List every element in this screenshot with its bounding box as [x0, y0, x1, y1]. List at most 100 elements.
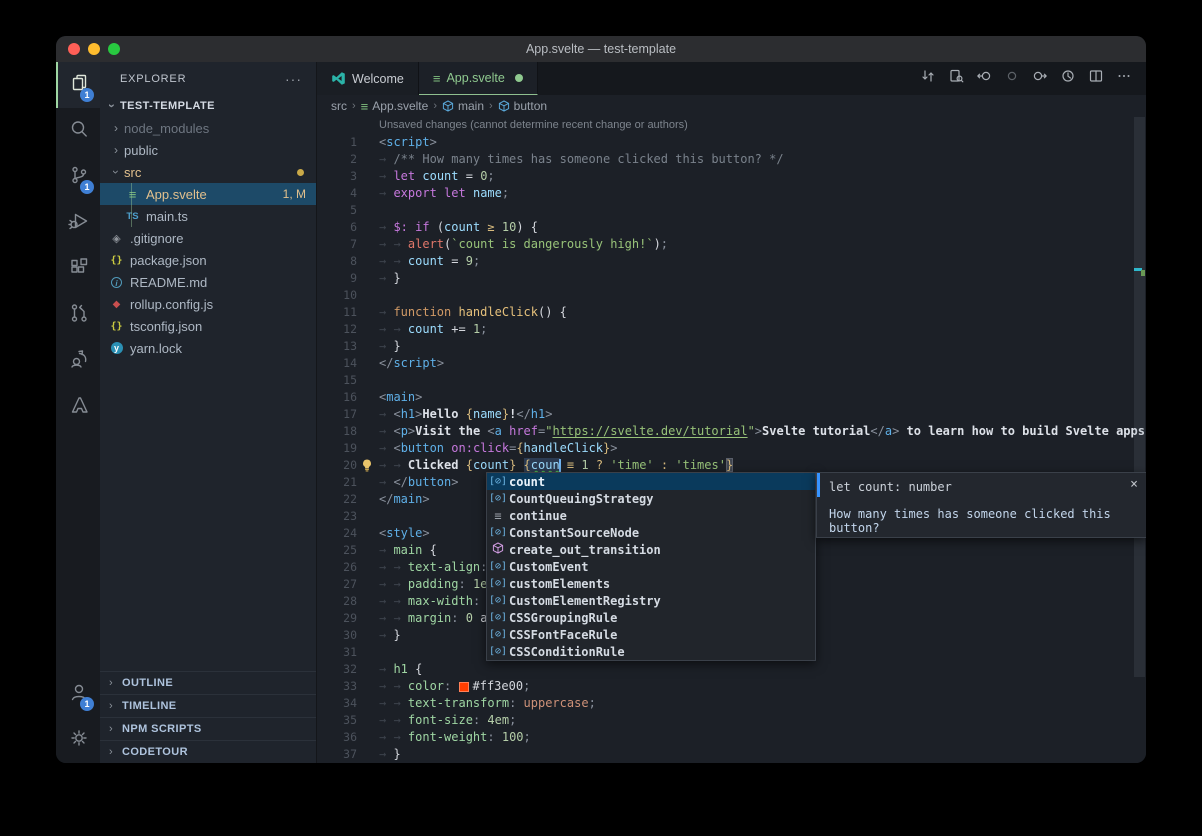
codelens-annotation[interactable]: Unsaved changes (cannot determine recent… — [317, 117, 1146, 134]
tree-file-rollup-config-js[interactable]: ◆rollup.config.js — [100, 293, 316, 315]
git-icon: ◈ — [108, 232, 125, 245]
activity-bar-item-azure[interactable] — [56, 384, 100, 430]
current-change-button[interactable] — [1000, 67, 1024, 91]
breadcrumb-item-main[interactable]: main — [442, 99, 484, 113]
activity-bar-item-accounts[interactable]: 1 — [56, 671, 100, 717]
source-control-compare-button[interactable] — [916, 67, 940, 91]
screenshot-stage: App.svelte — test-template 11 1 EXPLORER… — [0, 0, 1202, 836]
suggestion-customevent[interactable]: [⊘]CustomEvent — [487, 558, 815, 575]
suggestion-cssfontfacerule[interactable]: [⊘]CSSFontFaceRule — [487, 626, 815, 643]
modified-dot-badge — [297, 169, 304, 176]
circle-icon — [1004, 68, 1020, 89]
scrollbar-slider[interactable] — [1134, 117, 1145, 677]
activity-bar-item-github-pull-requests[interactable] — [56, 292, 100, 338]
sidebar-section-timeline[interactable]: ›TIMELINE — [100, 694, 316, 717]
next-change-button[interactable] — [1028, 67, 1052, 91]
json-icon: {} — [108, 321, 125, 332]
suggestion-label: customElements — [509, 577, 610, 591]
activity-bar-item-source-control[interactable]: 1 — [56, 154, 100, 200]
split-editor-button[interactable] — [1084, 67, 1108, 91]
breadcrumb-label: src — [331, 99, 347, 113]
suggest-docs-panel: let count: number How many times has som… — [816, 472, 1146, 538]
editor-scrollbar[interactable] — [1133, 117, 1146, 763]
line-number: 21 — [317, 474, 357, 491]
code-editor[interactable]: Unsaved changes (cannot determine recent… — [317, 117, 1146, 763]
activity-bar-item-explorer[interactable]: 1 — [56, 62, 100, 108]
activity-badge: 1 — [80, 697, 94, 711]
tab-app-svelte[interactable]: ≡App.svelte — [419, 62, 538, 95]
tree-folder-public[interactable]: ›public — [100, 139, 316, 161]
color-swatch — [459, 682, 469, 692]
activity-bar-item-live-share[interactable] — [56, 338, 100, 384]
activity-bar-item-search[interactable] — [56, 108, 100, 154]
live-share-icon — [67, 347, 91, 376]
tree-file-main-ts[interactable]: TSmain.ts — [100, 205, 316, 227]
chevron-right-icon: › — [100, 677, 122, 689]
sidebar-section-outline[interactable]: ›OUTLINE — [100, 671, 316, 694]
tree-file-tsconfig-json[interactable]: {}tsconfig.json — [100, 315, 316, 337]
git-status-badge: 1, M — [283, 187, 316, 201]
line-number: 25 — [317, 542, 357, 559]
tab-welcome[interactable]: Welcome — [317, 62, 419, 95]
code-line-content — [357, 508, 379, 525]
tree-file-package-json[interactable]: {}package.json — [100, 249, 316, 271]
chevron-right-icon: › — [100, 746, 122, 758]
next-change-icon — [1032, 68, 1048, 89]
line-number: 6 — [317, 219, 357, 236]
breadcrumb-item-src[interactable]: src — [331, 99, 347, 113]
activity-bar-item-run-debug[interactable] — [56, 200, 100, 246]
suggestion-label: CountQueuingStrategy — [509, 492, 654, 506]
code-line-content — [357, 372, 379, 389]
line-number: 35 — [317, 712, 357, 729]
code-line-5: 5 — [317, 202, 1146, 219]
section-label: CODETOUR — [122, 746, 188, 758]
code-line-35: 35→ → font-size: 4em; — [317, 712, 1146, 729]
line-number: 30 — [317, 627, 357, 644]
code-line-content: <style> — [357, 525, 430, 542]
tree-file--gitignore[interactable]: ◈.gitignore — [100, 227, 316, 249]
chevron-down-icon: › — [105, 98, 119, 114]
code-line-content: → → margin: 0 au — [357, 610, 495, 627]
code-line-content: <main> — [357, 389, 422, 406]
code-line-content: → → text-align: c — [357, 559, 502, 576]
code-line-13: 13→ } — [317, 338, 1146, 355]
tree-item-label: src — [124, 165, 141, 180]
explorer-more-actions-icon[interactable]: ··· — [285, 71, 302, 87]
suggestion-count[interactable]: [⊘]count — [487, 473, 815, 490]
close-icon[interactable]: × — [1130, 477, 1138, 492]
sidebar-section-codetour[interactable]: ›CODETOUR — [100, 740, 316, 763]
suggestion-cssgroupingrule[interactable]: [⊘]CSSGroupingRule — [487, 609, 815, 626]
tree-root-folder[interactable]: ›TEST-TEMPLATE — [100, 95, 316, 117]
suggestion-continue[interactable]: ≡continue — [487, 507, 815, 524]
open-changes-button[interactable] — [944, 67, 968, 91]
file-history-button[interactable] — [1056, 67, 1080, 91]
suggestion-create-out-transition[interactable]: create_out_transition — [487, 541, 815, 558]
tree-folder-node-modules[interactable]: ›node_modules — [100, 117, 316, 139]
tree-file-readme-md[interactable]: iREADME.md — [100, 271, 316, 293]
suggestion-constantsourcenode[interactable]: [⊘]ConstantSourceNode — [487, 524, 815, 541]
code-line-content: → function handleClick() { — [357, 304, 567, 321]
tree-file-app-svelte[interactable]: ≡App.svelte1, M — [100, 183, 316, 205]
previous-change-button[interactable] — [972, 67, 996, 91]
suggestion-cssconditionrule[interactable]: [⊘]CSSConditionRule — [487, 643, 815, 660]
breadcrumb-item-button[interactable]: button — [498, 99, 547, 113]
code-line-content: → } — [357, 270, 401, 287]
breadcrumb-label: button — [514, 99, 547, 113]
json-icon: {} — [108, 255, 125, 266]
breadcrumb-separator: › — [352, 100, 356, 112]
suggestion-countqueuingstrategy[interactable]: [⊘]CountQueuingStrategy — [487, 490, 815, 507]
breadcrumb-item-app-svelte[interactable]: ≡App.svelte — [361, 99, 429, 114]
activity-bar-item-extensions[interactable] — [56, 246, 100, 292]
code-line-content: → } — [357, 338, 401, 355]
more-actions-button[interactable] — [1112, 67, 1136, 91]
tree-file-yarn-lock[interactable]: yyarn.lock — [100, 337, 316, 359]
line-number: 17 — [317, 406, 357, 423]
tree-folder-src[interactable]: ›src — [100, 161, 316, 183]
explorer-title: EXPLORER — [120, 73, 186, 85]
code-line-content: → export let name; — [357, 185, 509, 202]
suggestion-customelementregistry[interactable]: [⊘]CustomElementRegistry — [487, 592, 815, 609]
suggestion-customelements[interactable]: [⊘]customElements — [487, 575, 815, 592]
code-line-32: 32→ h1 { — [317, 661, 1146, 678]
activity-bar-item-settings[interactable] — [56, 717, 100, 763]
sidebar-section-npm-scripts[interactable]: ›NPM SCRIPTS — [100, 717, 316, 740]
